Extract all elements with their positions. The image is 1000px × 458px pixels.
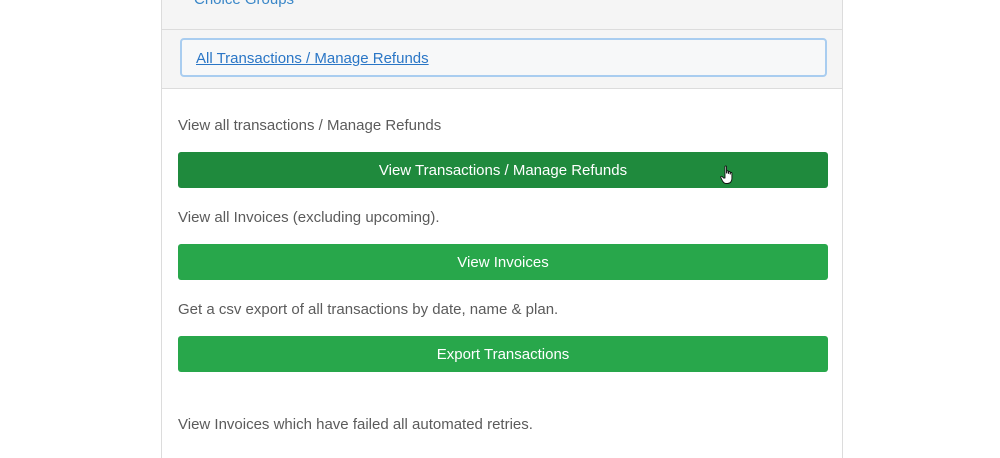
invoices-description: View all Invoices (excluding upcoming). [178, 209, 440, 226]
export-transactions-button[interactable]: Export Transactions [178, 336, 828, 372]
section-header: All Transactions / Manage Refunds [162, 30, 842, 89]
choice-groups-link[interactable]: Choice Groups [194, 0, 294, 8]
hand-pointer-icon [720, 165, 733, 184]
all-transactions-link[interactable]: All Transactions / Manage Refunds [196, 50, 429, 67]
top-nav-section: Choice Groups [162, 0, 842, 30]
content-panel: Choice Groups All Transactions / Manage … [161, 0, 843, 458]
failed-invoices-description: View Invoices which have failed all auto… [178, 416, 533, 433]
view-invoices-button[interactable]: View Invoices [178, 244, 828, 280]
export-description: Get a csv export of all transactions by … [178, 301, 559, 318]
transactions-description: View all transactions / Manage Refunds [178, 117, 442, 134]
active-section-box[interactable]: All Transactions / Manage Refunds [180, 38, 827, 77]
